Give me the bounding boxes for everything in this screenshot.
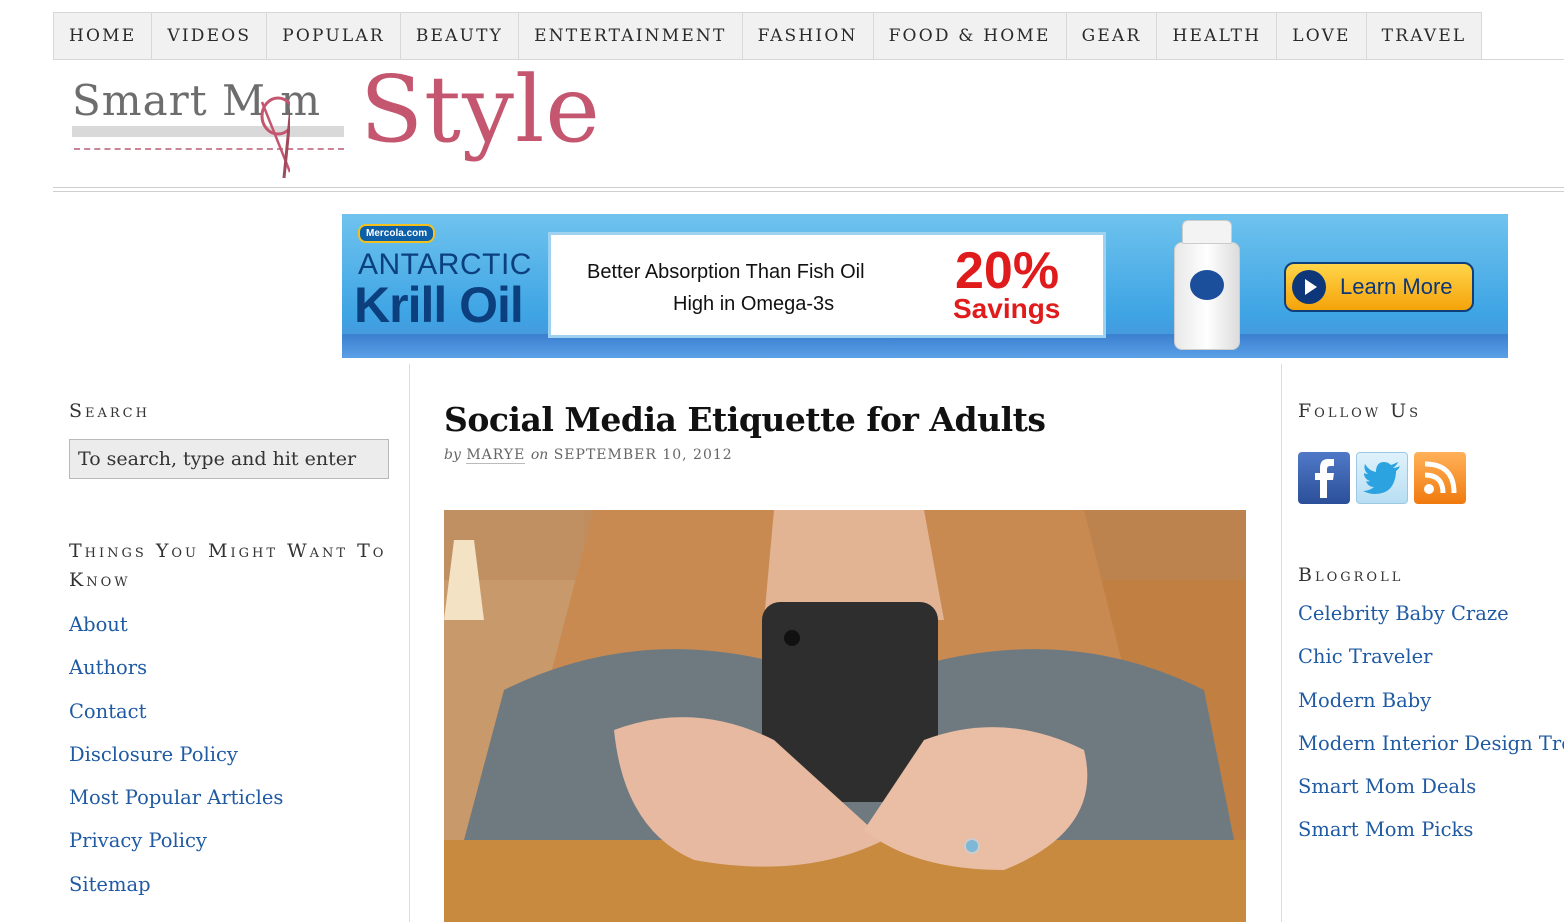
nav-item-popular[interactable]: POPULAR xyxy=(266,12,400,60)
facebook-icon[interactable] xyxy=(1298,452,1350,504)
search-input[interactable] xyxy=(69,439,389,479)
blogroll-item[interactable]: Modern Baby xyxy=(1298,689,1564,732)
blogroll-list: Celebrity Baby Craze Chic Traveler Moder… xyxy=(1298,602,1564,862)
top-navigation: HOME VIDEOS POPULAR BEAUTY ENTERTAINMENT… xyxy=(53,12,1564,60)
logo-style-text: Style xyxy=(360,56,601,163)
post-date: SEPTEMBER 10, 2012 xyxy=(553,447,733,463)
post-author-link[interactable]: MARYE xyxy=(466,447,526,464)
info-links: About Authors Contact Disclosure Policy … xyxy=(69,613,399,916)
nav-item-health[interactable]: HEALTH xyxy=(1156,12,1277,60)
logo-bar xyxy=(72,126,344,137)
column-divider-right xyxy=(1281,364,1282,922)
rss-icon[interactable] xyxy=(1414,452,1466,504)
link-contact[interactable]: Contact xyxy=(69,700,399,743)
blogroll-item[interactable]: Chic Traveler xyxy=(1298,645,1564,688)
link-privacy-policy[interactable]: Privacy Policy xyxy=(69,829,399,872)
twitter-icon[interactable] xyxy=(1356,452,1408,504)
right-sidebar: Follow Us Blogroll Celebrity Baby Craze … xyxy=(1298,400,1564,862)
post-byline: by MARYE on SEPTEMBER 10, 2012 xyxy=(444,447,1246,464)
ad-tagline-2: High in Omega-3s xyxy=(673,293,835,315)
main-content: Social Media Etiquette for Adults by MAR… xyxy=(444,400,1246,922)
nav-item-food-home[interactable]: FOOD & HOME xyxy=(872,12,1066,60)
ad-product-line2: Krill Oil xyxy=(354,277,524,333)
nav-item-fashion[interactable]: FASHION xyxy=(741,12,873,60)
post-photo[interactable] xyxy=(444,510,1246,922)
post-title[interactable]: Social Media Etiquette for Adults xyxy=(444,400,1246,439)
things-title: Things You Might Want To Know xyxy=(69,540,387,591)
krill-oil-bottle-icon xyxy=(1174,220,1240,350)
column-divider-left xyxy=(409,364,410,922)
blogroll-item[interactable]: Celebrity Baby Craze xyxy=(1298,602,1564,645)
link-authors[interactable]: Authors xyxy=(69,656,399,699)
learn-more-label: Learn More xyxy=(1340,274,1453,299)
link-about[interactable]: About xyxy=(69,613,399,656)
site-logo[interactable]: Smart M m Style xyxy=(70,62,630,182)
blogroll-title: Blogroll xyxy=(1298,564,1404,586)
nav-item-beauty[interactable]: BEAUTY xyxy=(399,12,519,60)
nav-item-videos[interactable]: VIDEOS xyxy=(151,12,267,60)
link-disclosure-policy[interactable]: Disclosure Policy xyxy=(69,743,399,786)
ad-discount-label: Savings xyxy=(953,293,1061,324)
link-sitemap[interactable]: Sitemap xyxy=(69,873,399,916)
follow-us-title: Follow Us xyxy=(1298,400,1422,422)
nav-item-gear[interactable]: GEAR xyxy=(1065,12,1157,60)
nav-item-love[interactable]: LOVE xyxy=(1276,12,1366,60)
learn-more-button[interactable]: Learn More xyxy=(1284,262,1474,312)
blogroll-item[interactable]: Smart Mom Picks xyxy=(1298,818,1564,861)
ad-tagline-1: Better Absorption Than Fish Oil xyxy=(587,261,865,283)
social-icons xyxy=(1298,452,1564,504)
byline-on: on xyxy=(530,447,549,463)
left-sidebar: Search Things You Might Want To Know Abo… xyxy=(69,400,399,916)
nav-item-entertainment[interactable]: ENTERTAINMENT xyxy=(518,12,742,60)
header-divider xyxy=(53,187,1564,192)
nav-item-home[interactable]: HOME xyxy=(53,12,152,60)
ad-brand-badge: Mercola.com xyxy=(358,224,436,243)
woman-using-phone-photo-icon xyxy=(444,510,1246,922)
ad-message-panel: Better Absorption Than Fish Oil High in … xyxy=(548,232,1106,338)
byline-by: by xyxy=(444,447,461,463)
blogroll-item[interactable]: Smart Mom Deals xyxy=(1298,775,1564,818)
ad-banner[interactable]: Mercola.com ANTARCTIC Krill Oil Better A… xyxy=(342,214,1508,358)
play-icon xyxy=(1292,270,1326,304)
search-title: Search xyxy=(69,400,150,422)
nav-item-travel[interactable]: TRAVEL xyxy=(1365,12,1483,60)
logo-needle-icon xyxy=(260,96,290,179)
ad-discount: 20% xyxy=(955,242,1060,300)
link-most-popular-articles[interactable]: Most Popular Articles xyxy=(69,786,399,829)
logo-dashed-line xyxy=(74,148,344,150)
blogroll-item[interactable]: Modern Interior Design Tren xyxy=(1298,732,1564,775)
